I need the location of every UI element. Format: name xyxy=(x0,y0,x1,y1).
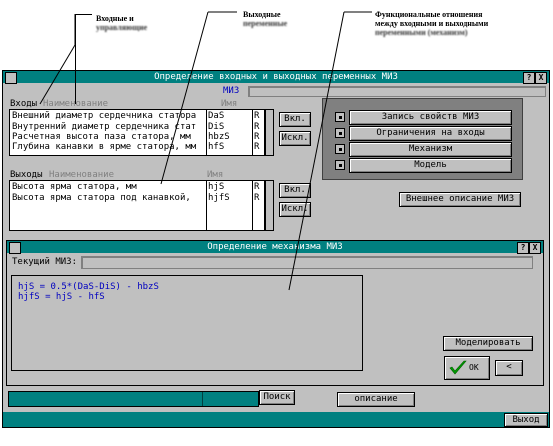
callout-lines xyxy=(39,11,372,291)
